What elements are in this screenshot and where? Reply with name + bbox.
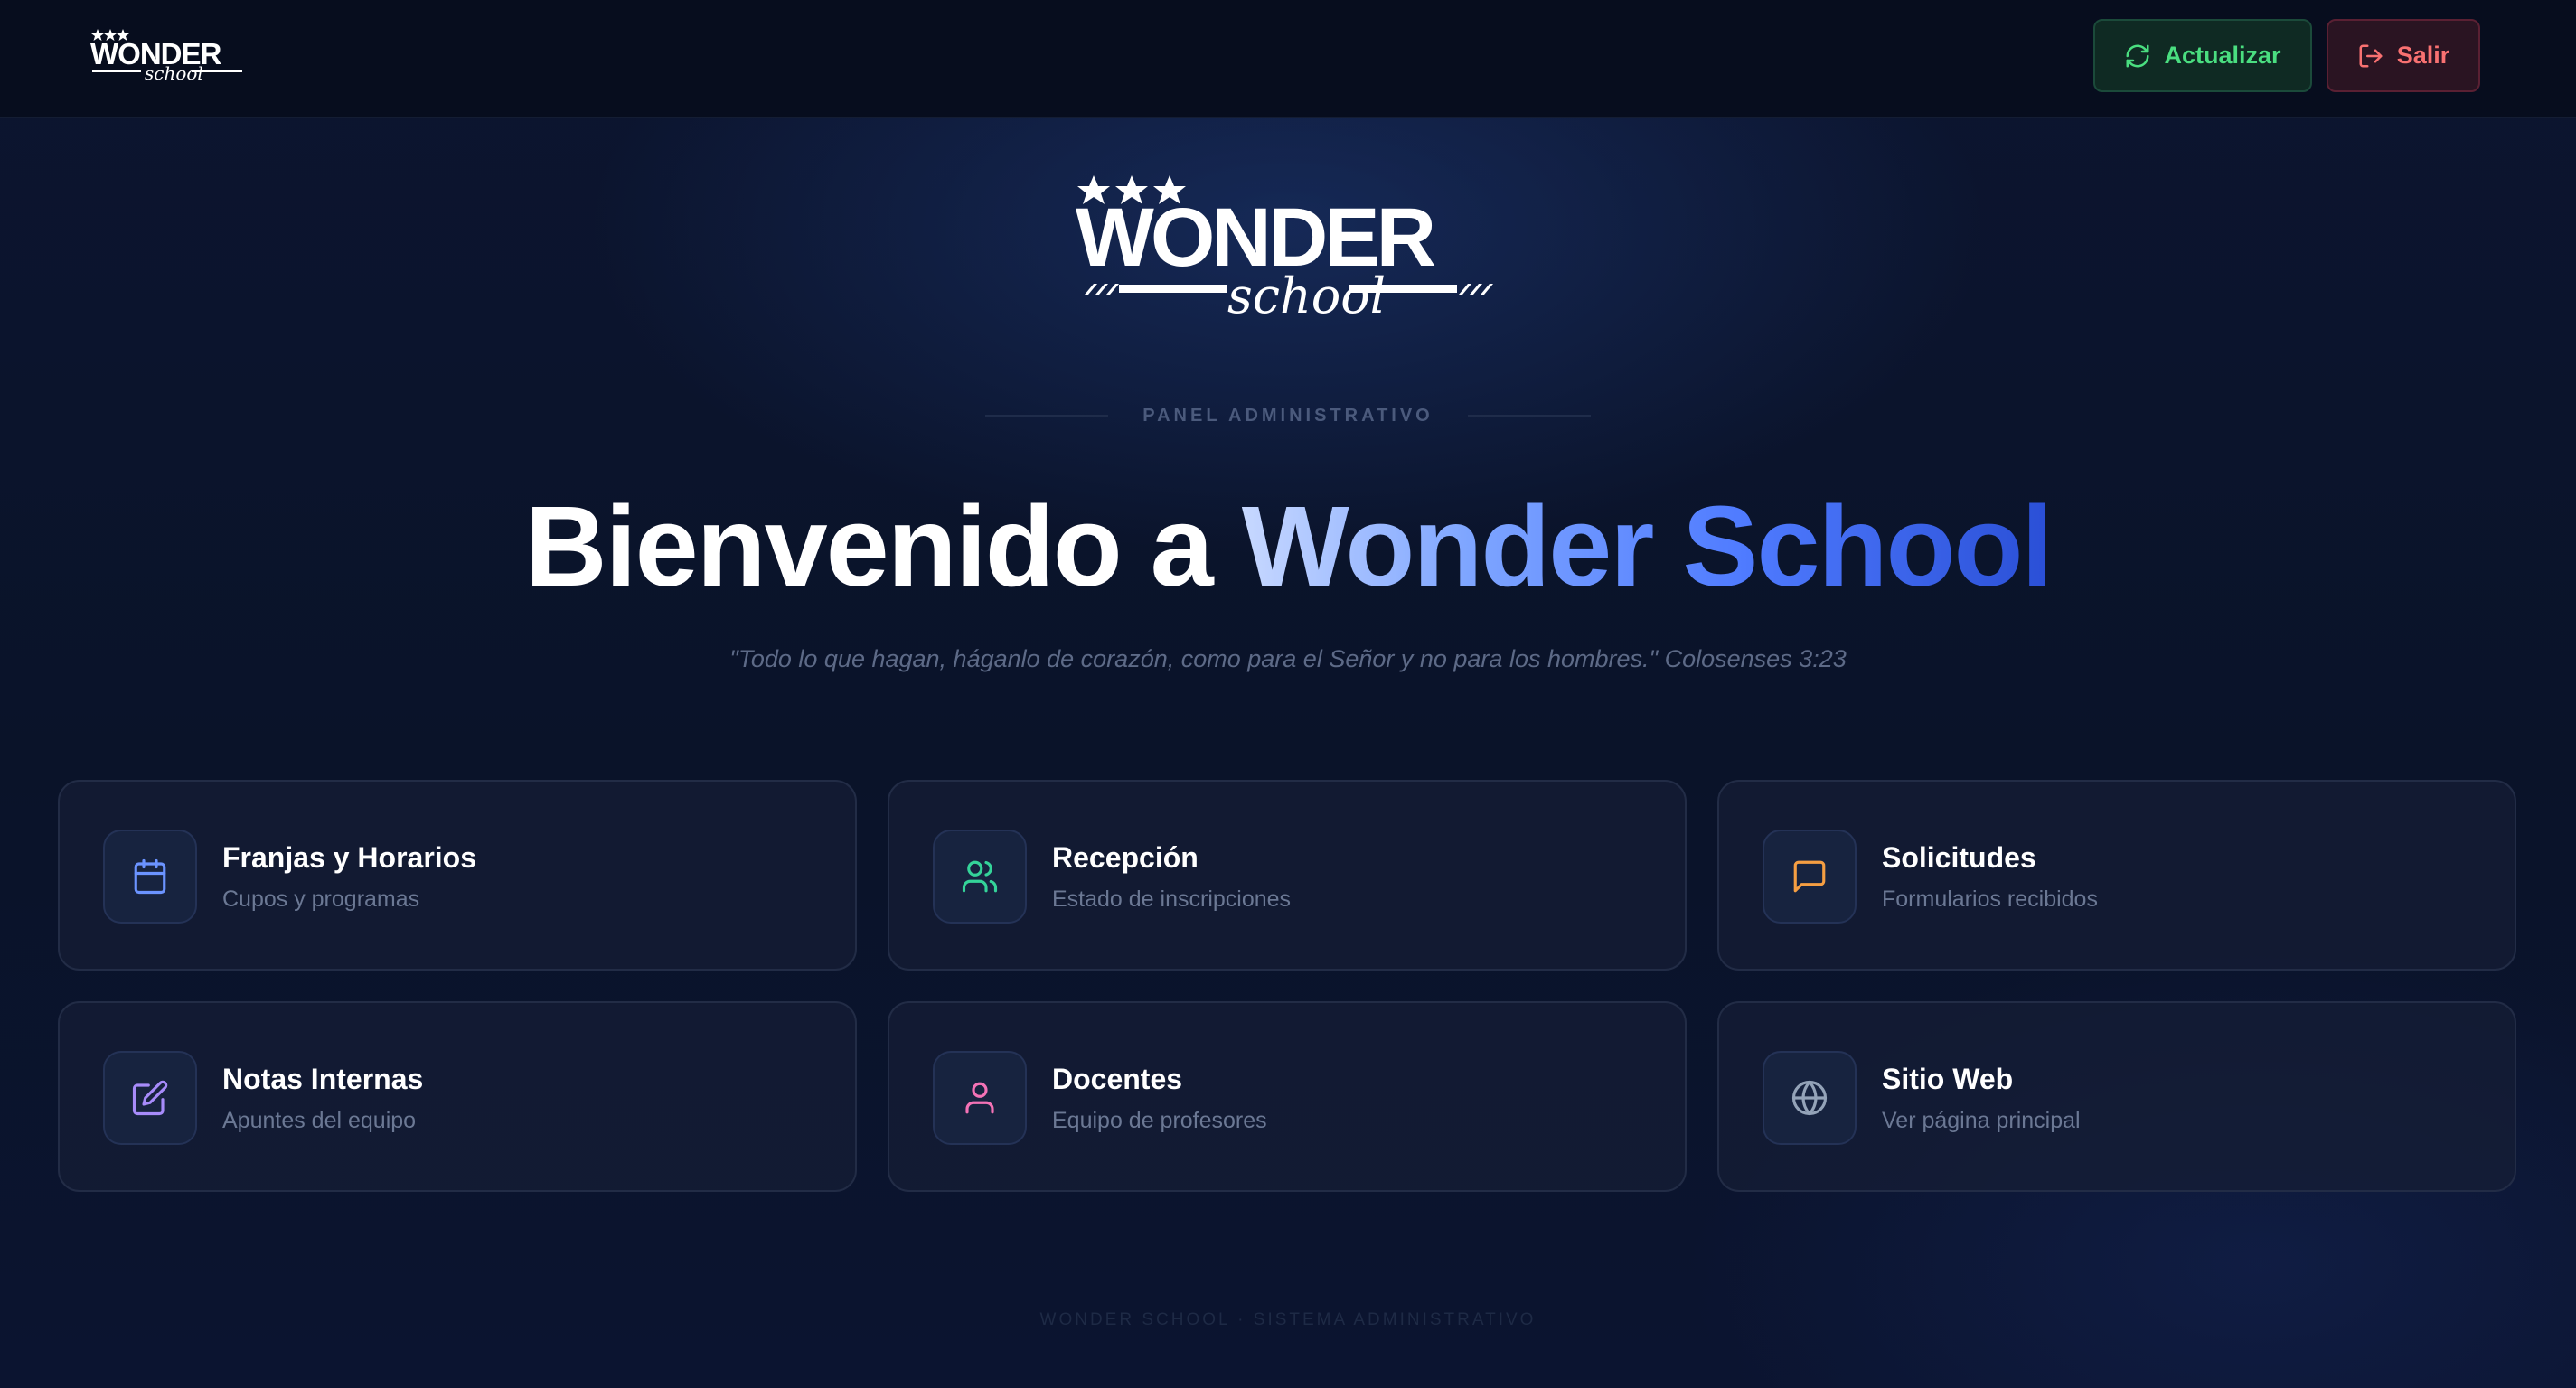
logout-button[interactable]: Salir bbox=[2327, 19, 2480, 92]
wonder-school-logo[interactable]: WONDER school bbox=[90, 23, 244, 87]
card-subtitle: Ver página principal bbox=[1882, 1108, 2081, 1133]
svg-text:school: school bbox=[145, 62, 203, 84]
card-subtitle: Apuntes del equipo bbox=[222, 1108, 417, 1133]
card-subtitle: Estado de inscripciones bbox=[1052, 886, 1292, 912]
card-title: Recepción bbox=[1052, 841, 1199, 874]
calendar-icon bbox=[134, 858, 166, 895]
module-grid: Franjas y Horarios Cupos y programas Rec… bbox=[58, 780, 2516, 1192]
card-solicitudes[interactable]: Solicitudes Formularios recibidos bbox=[1717, 780, 2516, 971]
card-title: Franjas y Horarios bbox=[222, 841, 476, 874]
card-icon-box bbox=[103, 830, 197, 924]
page-title: Bienvenido a Wonder School bbox=[0, 474, 2576, 619]
footer-text: WONDER SCHOOL · SISTEMA ADMINISTRATIVO bbox=[1039, 1310, 1537, 1329]
globe-icon bbox=[1791, 1080, 1828, 1116]
logout-label: Salir bbox=[2396, 42, 2450, 69]
edit-icon bbox=[132, 1080, 168, 1116]
title-accent: Wonder School bbox=[1241, 483, 2054, 610]
refresh-button[interactable]: Actualizar bbox=[2093, 19, 2312, 92]
card-docentes[interactable]: Docentes Equipo de profesores bbox=[888, 1001, 1687, 1192]
card-franjas-horarios[interactable]: Franjas y Horarios Cupos y programas bbox=[58, 780, 857, 971]
card-subtitle: Equipo de profesores bbox=[1052, 1108, 1267, 1133]
eyebrow-divider-right bbox=[1467, 415, 1591, 417]
eyebrow-divider-left bbox=[985, 415, 1109, 417]
card-subtitle: Cupos y programas bbox=[222, 886, 420, 912]
wonder-school-hero-logo: WONDER school bbox=[1076, 175, 1493, 324]
card-recepcion[interactable]: Recepción Estado de inscripciones bbox=[888, 780, 1687, 971]
user-icon bbox=[965, 1082, 994, 1114]
card-subtitle: Formularios recibidos bbox=[1882, 886, 2098, 912]
bible-quote: "Todo lo que hagan, háganlo de corazón, … bbox=[729, 645, 1847, 672]
card-title: Docentes bbox=[1052, 1063, 1183, 1095]
card-title: Notas Internas bbox=[222, 1063, 424, 1095]
svg-text:school: school bbox=[1227, 267, 1386, 324]
refresh-label: Actualizar bbox=[2164, 42, 2281, 69]
title-prefix: Bienvenido a bbox=[524, 483, 1242, 610]
card-icon-box bbox=[1763, 830, 1857, 924]
card-title: Solicitudes bbox=[1882, 841, 2036, 874]
card-icon-box bbox=[1763, 1051, 1857, 1145]
card-notas-internas[interactable]: Notas Internas Apuntes del equipo bbox=[58, 1001, 857, 1192]
message-icon bbox=[1793, 860, 1826, 893]
card-sitio-web[interactable]: Sitio Web Ver página principal bbox=[1717, 1001, 2516, 1192]
eyebrow-row: PANEL ADMINISTRATIVO bbox=[985, 405, 1591, 427]
users-icon bbox=[962, 860, 998, 893]
eyebrow-label: PANEL ADMINISTRATIVO bbox=[1142, 405, 1434, 426]
card-icon-box bbox=[933, 1051, 1027, 1145]
card-icon-box bbox=[933, 830, 1027, 924]
refresh-icon bbox=[2126, 44, 2149, 67]
card-title: Sitio Web bbox=[1882, 1063, 2014, 1095]
logout-icon bbox=[2359, 44, 2383, 67]
top-bar: WONDER school Actualizar Salir bbox=[0, 0, 2576, 118]
card-icon-box bbox=[103, 1051, 197, 1145]
